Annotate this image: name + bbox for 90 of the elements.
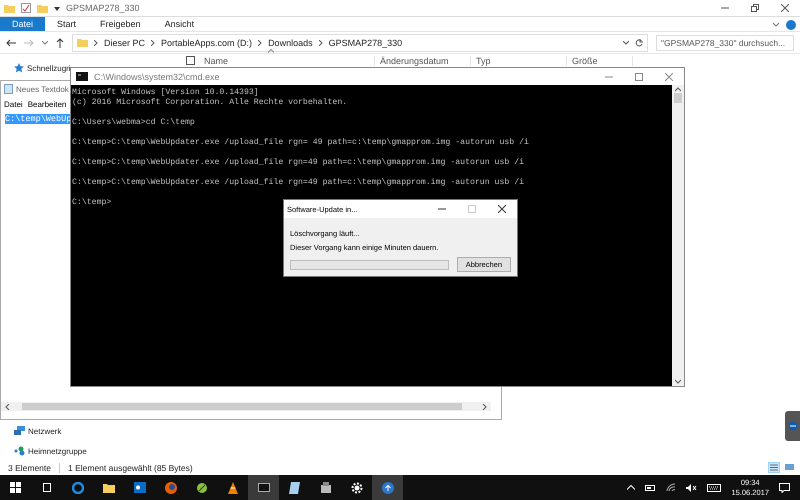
side-tab[interactable] bbox=[785, 411, 800, 441]
folder-icon bbox=[102, 482, 114, 492]
nav-label[interactable]: Schnellzugri bbox=[27, 64, 71, 72]
console-line: (c) 2016 Microsoft Corporation. Alle Rechte vorbehalten. bbox=[72, 98, 348, 108]
upload-icon bbox=[382, 482, 394, 494]
status-text: 1 Element ausgewählt (85 Bytes) bbox=[68, 463, 193, 473]
task-view-icon bbox=[40, 483, 52, 492]
notifications-icon[interactable] bbox=[779, 482, 790, 492]
console-line: C:\Users\webma>cd C:\temp bbox=[72, 118, 196, 128]
folder-icon bbox=[77, 38, 88, 47]
windows-logo-icon bbox=[10, 482, 21, 493]
scroll-right-icon[interactable] bbox=[482, 404, 487, 410]
column-header[interactable]: Typ bbox=[471, 56, 567, 66]
new-folder-icon bbox=[37, 4, 48, 12]
console-line: Microsoft Windows [Version 10.0.14393] bbox=[72, 88, 260, 98]
nav-item[interactable]: Schnellzugri bbox=[14, 62, 71, 74]
muted-speaker-icon[interactable] bbox=[686, 484, 698, 492]
battery-icon[interactable] bbox=[645, 484, 656, 490]
notepad-icon bbox=[289, 482, 300, 494]
console-icon bbox=[258, 483, 270, 492]
notepad-icon bbox=[4, 84, 13, 94]
large-icons-view-icon[interactable] bbox=[784, 462, 795, 472]
vertical-scrollbar[interactable] bbox=[672, 85, 684, 386]
scroll-up-icon[interactable] bbox=[675, 85, 681, 93]
breadcrumb-item[interactable]: PortableApps.com (D:) bbox=[161, 38, 252, 48]
console-line: C:\temp> bbox=[72, 198, 112, 208]
taskbar-app[interactable] bbox=[248, 475, 279, 500]
refresh-icon[interactable] bbox=[635, 38, 643, 46]
horizontal-scrollbar[interactable] bbox=[1, 402, 491, 411]
device-icon bbox=[320, 482, 332, 493]
ribbon-tab[interactable]: Start bbox=[45, 17, 88, 31]
nav-label[interactable]: Netzwerk bbox=[28, 426, 62, 436]
console-icon bbox=[76, 72, 88, 81]
window-title: Neues Textdok bbox=[16, 84, 69, 94]
sort-caret-icon bbox=[268, 49, 274, 53]
up-icon[interactable] bbox=[56, 38, 64, 48]
close-icon[interactable] bbox=[498, 205, 506, 213]
folder-icon bbox=[4, 4, 15, 12]
back-icon[interactable] bbox=[6, 38, 16, 46]
console-line: C:\temp>C:\temp\WebUpdater.exe /upload_file rgn=49 path=c:\temp\gmapprom.img -autorun usb /i bbox=[72, 158, 526, 168]
chevron-icon bbox=[258, 40, 262, 46]
menu-item[interactable]: Datei bbox=[4, 100, 23, 108]
console-line: C:\temp>C:\temp\WebUpdater.exe /upload_file rgn= 49 path=c:\temp\gmapprom.img -autorun usb /i bbox=[72, 138, 530, 148]
star-icon bbox=[14, 63, 24, 73]
scroll-thumb[interactable] bbox=[674, 93, 682, 103]
homegroup-icon bbox=[14, 446, 25, 456]
dropdown-icon[interactable] bbox=[54, 6, 60, 10]
window-title: C:\Windows\system32\cmd.exe bbox=[94, 72, 221, 82]
column-header[interactable]: Änderungsdatum bbox=[375, 56, 471, 66]
chevron-icon bbox=[151, 40, 156, 46]
wifi-icon[interactable] bbox=[666, 483, 676, 492]
chevron-icon bbox=[94, 40, 98, 46]
search-field[interactable]: "GPSMAP278_330" durchsuch... bbox=[656, 34, 794, 50]
ribbon-tab[interactable]: Datei bbox=[0, 17, 46, 31]
console-line: C:\temp>C:\temp\WebUpdater.exe /upload_file rgn=49 path=c:\temp\gmapprom.img -autorun usb /i bbox=[72, 178, 526, 188]
breadcrumb-item[interactable]: Dieser PC bbox=[104, 38, 146, 48]
close-icon[interactable] bbox=[781, 4, 789, 12]
scroll-left-icon[interactable] bbox=[5, 404, 10, 410]
ribbon-tab[interactable]: Ansicht bbox=[152, 17, 206, 31]
column-header[interactable]: Größe bbox=[567, 56, 633, 66]
recent-dropdown-icon[interactable] bbox=[42, 40, 48, 44]
network-icon bbox=[14, 426, 25, 436]
status-text: 3 Elemente bbox=[8, 463, 51, 473]
select-all-checkbox[interactable] bbox=[186, 56, 195, 65]
expand-ribbon-icon[interactable] bbox=[772, 22, 780, 28]
show-hidden-icons[interactable] bbox=[627, 485, 636, 490]
help-icon[interactable] bbox=[786, 20, 796, 30]
maximize-icon[interactable] bbox=[635, 72, 643, 80]
nav-item[interactable]: Heimnetzgruppe bbox=[14, 445, 87, 457]
circle-icon bbox=[788, 421, 798, 431]
column-header[interactable]: Name bbox=[199, 56, 375, 66]
chevron-icon bbox=[318, 40, 323, 46]
ribbon-tab[interactable]: Freigeben bbox=[88, 17, 153, 31]
breadcrumb-item[interactable]: Downloads bbox=[268, 38, 313, 48]
mail-icon bbox=[134, 482, 146, 493]
nav-item[interactable]: Netzwerk bbox=[14, 425, 62, 437]
selected-text: C:\temp\WebUp bbox=[5, 114, 72, 124]
menu-item[interactable]: Bearbeiten bbox=[28, 100, 66, 108]
address-bar[interactable]: Dieser PC PortableApps.com (D:) Downloads GPSMAP278_330 bbox=[72, 34, 648, 52]
breadcrumb-item[interactable]: GPSMAP278_330 bbox=[328, 38, 402, 48]
scroll-down-icon[interactable] bbox=[675, 378, 681, 386]
window-title: GPSMAP278_330 bbox=[66, 3, 141, 13]
dropdown-icon[interactable] bbox=[623, 40, 629, 44]
keyboard-icon[interactable] bbox=[707, 484, 722, 492]
restore-icon[interactable] bbox=[751, 4, 759, 12]
properties-icon[interactable] bbox=[21, 3, 31, 13]
settings-icon bbox=[350, 482, 362, 494]
details-view-icon[interactable] bbox=[768, 462, 780, 473]
cone-icon bbox=[226, 482, 238, 494]
nav-label[interactable]: Heimnetzgruppe bbox=[28, 446, 87, 456]
